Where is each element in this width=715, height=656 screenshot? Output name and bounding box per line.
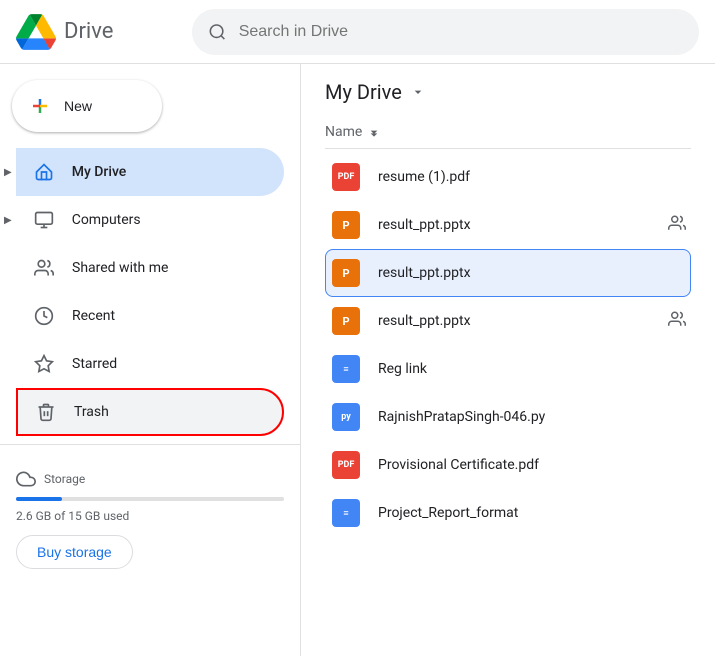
file-name: RajnishPratapSingh-046.py: [378, 409, 686, 425]
ppt-icon: P: [330, 257, 362, 289]
content-title: My Drive: [325, 80, 402, 104]
sidebar-item-recent[interactable]: Recent: [16, 292, 284, 340]
search-bar[interactable]: [192, 9, 699, 55]
my-drive-nav-row: ▶ My Drive: [0, 148, 300, 196]
app-title: Drive: [64, 19, 113, 44]
sidebar-item-shared[interactable]: Shared with me: [16, 244, 284, 292]
my-drive-label: My Drive: [72, 164, 127, 180]
drive-logo-icon: [16, 12, 56, 52]
new-button-label: New: [64, 98, 92, 114]
sidebar-item-trash[interactable]: Trash: [16, 388, 284, 436]
doc-icon: ≡: [330, 353, 362, 385]
file-row[interactable]: py RajnishPratapSingh-046.py: [325, 393, 691, 441]
file-name: Project_Report_format: [378, 505, 686, 521]
file-row[interactable]: P result_ppt.pptx: [325, 201, 691, 249]
computers-nav-row: ▶ Computers: [0, 196, 300, 244]
file-name: resume (1).pdf: [378, 169, 686, 185]
starred-label: Starred: [72, 356, 117, 372]
py-icon: py: [330, 401, 362, 433]
dropdown-arrow-icon[interactable]: [410, 84, 426, 100]
new-button[interactable]: New: [12, 80, 162, 132]
pdf-icon: PDF: [330, 161, 362, 193]
storage-label-row: Storage: [16, 469, 284, 489]
drive-icon: [32, 160, 56, 184]
my-drive-expand-arrow[interactable]: ▶: [0, 155, 16, 190]
file-row[interactable]: ≡ Project_Report_format: [325, 489, 691, 537]
file-name: result_ppt.pptx: [378, 217, 652, 233]
sidebar-item-starred[interactable]: Starred: [16, 340, 284, 388]
shared-label: Shared with me: [72, 260, 168, 276]
file-name: result_ppt.pptx: [378, 265, 686, 281]
sidebar-item-computers[interactable]: Computers: [16, 196, 284, 244]
computer-icon: [32, 208, 56, 232]
file-name: Provisional Certificate.pdf: [378, 457, 686, 473]
buy-storage-button[interactable]: Buy storage: [16, 535, 133, 569]
sidebar-divider: [0, 444, 300, 445]
storage-used-text: 2.6 GB of 15 GB used: [16, 509, 284, 523]
share-icon: [668, 310, 686, 332]
storage-bar-fill: [16, 497, 62, 501]
search-icon: [208, 22, 227, 42]
share-icon: [668, 214, 686, 236]
ppt-icon: P: [330, 209, 362, 241]
content-header: My Drive: [325, 80, 691, 104]
file-row[interactable]: P result_ppt.pptx: [325, 249, 691, 297]
logo-area: Drive: [16, 12, 176, 52]
clock-icon: [32, 304, 56, 328]
recent-label: Recent: [72, 308, 115, 324]
file-list: PDF resume (1).pdf P result_ppt.pptx P r…: [325, 153, 691, 537]
sidebar-item-my-drive[interactable]: My Drive: [16, 148, 284, 196]
main-layout: New ▶ My Drive ▶: [0, 64, 715, 656]
file-row[interactable]: PDF resume (1).pdf: [325, 153, 691, 201]
sort-arrow-icon: [366, 124, 382, 140]
file-row[interactable]: P result_ppt.pptx: [325, 297, 691, 345]
people-icon: [32, 256, 56, 280]
ppt-icon: P: [330, 305, 362, 337]
storage-bar-background: [16, 497, 284, 501]
pdf-icon: PDF: [330, 449, 362, 481]
sidebar: New ▶ My Drive ▶: [0, 64, 300, 656]
file-row[interactable]: ≡ Reg link: [325, 345, 691, 393]
file-name: result_ppt.pptx: [378, 313, 652, 329]
storage-section: Storage 2.6 GB of 15 GB used Buy storage: [0, 453, 300, 585]
storage-text: Storage: [44, 472, 85, 486]
computers-expand-arrow[interactable]: ▶: [0, 203, 16, 238]
trash-label: Trash: [74, 404, 109, 420]
sort-label[interactable]: Name: [325, 124, 382, 140]
plus-icon: [28, 94, 52, 118]
app-header: Drive: [0, 0, 715, 64]
file-name: Reg link: [378, 361, 686, 377]
trash-icon: [34, 400, 58, 424]
computers-label: Computers: [72, 212, 141, 228]
star-icon: [32, 352, 56, 376]
content-area: My Drive Name PDF resume (1).pdf P resul…: [300, 64, 715, 656]
cloud-icon: [16, 469, 36, 489]
file-row[interactable]: PDF Provisional Certificate.pdf: [325, 441, 691, 489]
doc-icon: ≡: [330, 497, 362, 529]
sort-name-text: Name: [325, 124, 362, 140]
search-input[interactable]: [239, 23, 683, 41]
sort-row: Name: [325, 120, 691, 149]
